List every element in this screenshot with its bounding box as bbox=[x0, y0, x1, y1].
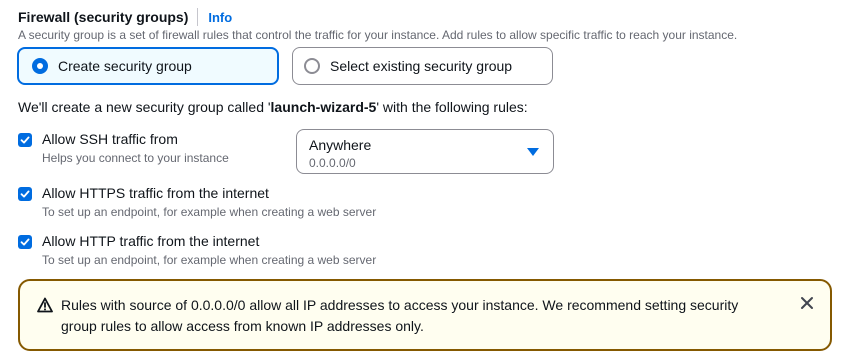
select-existing-security-group-option[interactable]: Select existing security group bbox=[292, 47, 553, 85]
select-existing-security-group-label: Select existing security group bbox=[330, 58, 513, 74]
checkmark-icon bbox=[20, 238, 30, 246]
ssh-checkbox[interactable] bbox=[18, 133, 32, 147]
https-rule-hint: To set up an endpoint, for example when … bbox=[42, 205, 377, 219]
ssh-source-select[interactable]: Anywhere 0.0.0.0/0 bbox=[296, 129, 554, 174]
radio-selected-icon[interactable] bbox=[32, 58, 48, 74]
section-title: Firewall (security groups) bbox=[18, 9, 189, 25]
warning-icon bbox=[37, 297, 53, 313]
https-rule-label: Allow HTTPS traffic from the internet bbox=[42, 185, 269, 201]
summary-prefix: We'll create a new security group called… bbox=[18, 99, 271, 115]
ssh-source-value: Anywhere bbox=[309, 137, 372, 153]
summary-suffix: ' with the following rules: bbox=[376, 99, 528, 115]
close-icon[interactable] bbox=[800, 296, 814, 310]
http-rule-label: Allow HTTP traffic from the internet bbox=[42, 233, 260, 249]
create-security-group-label: Create security group bbox=[58, 58, 192, 74]
rule-https: Allow HTTPS traffic from the internet To… bbox=[18, 185, 376, 220]
rule-http: Allow HTTP traffic from the internet To … bbox=[18, 233, 376, 268]
http-checkbox[interactable] bbox=[18, 235, 32, 249]
firewall-section: Firewall (security groups) Info A securi… bbox=[0, 0, 845, 362]
create-security-group-option[interactable]: Create security group bbox=[17, 47, 279, 85]
security-group-name: launch-wizard-5 bbox=[270, 99, 377, 115]
https-checkbox[interactable] bbox=[18, 187, 32, 201]
radio-unselected-icon[interactable] bbox=[304, 58, 320, 74]
caret-down-icon bbox=[527, 148, 539, 156]
section-description: A security group is a set of firewall ru… bbox=[18, 28, 738, 42]
section-header: Firewall (security groups) Info bbox=[18, 8, 232, 26]
info-link[interactable]: Info bbox=[208, 10, 232, 25]
http-rule-hint: To set up an endpoint, for example when … bbox=[42, 253, 377, 267]
warning-message: Rules with source of 0.0.0.0/0 allow all… bbox=[61, 297, 739, 334]
ssh-rule-hint: Helps you connect to your instance bbox=[42, 151, 229, 165]
checkmark-icon bbox=[20, 190, 30, 198]
header-divider bbox=[197, 8, 199, 26]
checkmark-icon bbox=[20, 136, 30, 144]
ssh-rule-label: Allow SSH traffic from bbox=[42, 131, 178, 147]
warning-alert: Rules with source of 0.0.0.0/0 allow all… bbox=[18, 279, 832, 351]
security-group-summary: We'll create a new security group called… bbox=[18, 99, 528, 115]
ssh-source-cidr: 0.0.0.0/0 bbox=[309, 156, 356, 170]
rule-ssh: Allow SSH traffic from Helps you connect… bbox=[18, 131, 229, 166]
